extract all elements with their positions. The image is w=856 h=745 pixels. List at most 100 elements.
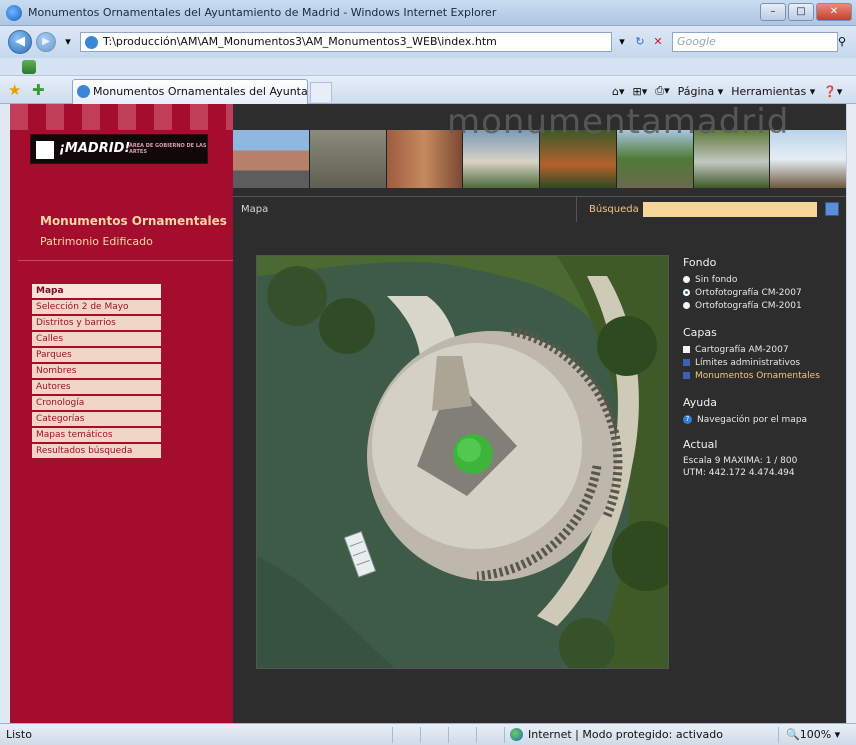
fondo-option[interactable]: Ortofotografía CM-2001 — [683, 299, 843, 312]
brand-wordmark: monumentamadrid — [447, 104, 790, 142]
menu-item-distritos[interactable]: Distritos y barrios — [32, 316, 161, 330]
tools-menu-label: Herramientas — [731, 84, 807, 98]
ayuda-title: Ayuda — [683, 396, 717, 409]
home-icon[interactable]: ⌂▾ — [612, 85, 625, 98]
radio-selected-icon — [683, 289, 690, 296]
security-zone[interactable]: Internet | Modo protegido: activado — [510, 728, 723, 741]
madrid-logo[interactable]: ¡MADRID! ÁREA DE GOBIERNO DE LAS ARTES — [30, 134, 208, 164]
capa-option-label: Límites administrativos — [695, 357, 801, 368]
help-circle-icon: ? — [683, 415, 692, 424]
status-divider — [504, 727, 505, 743]
favorites-star-icon[interactable]: ★ — [8, 82, 24, 98]
feeds-icon[interactable] — [22, 60, 36, 74]
radio-icon — [683, 276, 690, 283]
search-input[interactable]: Google — [672, 32, 838, 52]
status-divider — [778, 727, 779, 743]
site-search-input[interactable] — [643, 202, 817, 217]
ortophoto-map — [257, 256, 668, 668]
globe-icon — [510, 728, 523, 741]
address-url: T:\producción\AM\AM_Monumentos3\AM_Monum… — [103, 35, 497, 48]
capa-option[interactable]: Cartografía AM-2007 — [683, 343, 843, 356]
search-label: Búsqueda — [589, 204, 639, 215]
header-photo — [309, 130, 387, 188]
status-divider — [476, 727, 477, 743]
fondo-option-label: Ortofotografía CM-2001 — [695, 300, 802, 311]
menu-item-autores[interactable]: Autores — [32, 380, 161, 394]
capa-option-label: Cartografía AM-2007 — [695, 344, 789, 355]
ie-logo-icon — [6, 5, 22, 21]
new-tab-button[interactable] — [310, 82, 332, 102]
window-controls: – □ ✕ — [760, 3, 852, 21]
address-input[interactable]: T:\producción\AM\AM_Monumentos3\AM_Monum… — [80, 32, 612, 52]
checkbox-checked-icon — [683, 359, 690, 366]
add-favorites-icon[interactable]: ✚ — [32, 82, 48, 98]
ayuda-link[interactable]: ? Navegación por el mapa — [683, 413, 843, 426]
header-photo — [233, 130, 310, 188]
menu-item-nombres[interactable]: Nombres — [32, 364, 161, 378]
page-menu-label: Página — [677, 84, 715, 98]
status-divider — [448, 727, 449, 743]
sidebar-divider — [18, 260, 233, 261]
feeds-toolbar-icon[interactable]: ⊞▾ — [633, 85, 648, 98]
tools-menu[interactable]: Herramientas ▾ — [731, 85, 815, 98]
fondo-option[interactable]: Ortofotografía CM-2007 — [683, 286, 843, 299]
refresh-icon[interactable]: ↻ — [630, 32, 650, 52]
print-icon[interactable]: ⎙▾ — [655, 84, 669, 98]
status-divider — [420, 727, 421, 743]
menu-item-mapa[interactable]: Mapa — [32, 284, 161, 298]
search-go-icon[interactable]: ⚲ — [838, 32, 854, 52]
history-dropdown-icon[interactable]: ▾ — [58, 32, 78, 52]
sidebar-menu: Mapa Selección 2 de Mayo Distritos y bar… — [32, 284, 161, 460]
command-bar: ⌂▾ ⊞▾ ⎙▾ Página ▾ Herramientas ▾ ❓▾ — [612, 82, 842, 100]
sidebar: ¡MADRID! ÁREA DE GOBIERNO DE LAS ARTES M… — [10, 104, 233, 723]
search-area: Búsqueda — [576, 196, 846, 222]
close-button[interactable]: ✕ — [816, 3, 852, 21]
menu-item-cronologia[interactable]: Cronología — [32, 396, 161, 410]
search-button-icon[interactable] — [825, 202, 839, 216]
page-icon — [85, 36, 98, 49]
help-icon[interactable]: ❓▾ — [823, 85, 842, 98]
menu-item-seleccion[interactable]: Selección 2 de Mayo — [32, 300, 161, 314]
status-text: Listo — [6, 728, 32, 741]
stop-icon[interactable]: ✕ — [648, 32, 668, 52]
links-row — [0, 58, 856, 76]
capa-option-label: Monumentos Ornamentales — [695, 370, 820, 381]
tab-mapa[interactable]: Mapa — [233, 196, 576, 222]
capas-title: Capas — [683, 326, 717, 339]
back-icon[interactable]: ◀ — [8, 30, 32, 54]
tab-row: ★ ✚ Monumentos Ornamentales del Ayuntami… — [0, 76, 856, 104]
forward-icon[interactable]: ▶ — [36, 32, 56, 52]
status-divider — [392, 727, 393, 743]
section-title: Monumentos Ornamentales — [40, 214, 227, 228]
maximize-button[interactable]: □ — [788, 3, 814, 21]
menu-item-resultados[interactable]: Resultados búsqueda — [32, 444, 161, 458]
menu-item-mapas-tematicos[interactable]: Mapas temáticos — [32, 428, 161, 442]
actual-title: Actual — [683, 438, 718, 451]
minimize-button[interactable]: – — [760, 3, 786, 21]
checkbox-checked-icon — [683, 372, 690, 379]
fondo-option-label: Ortofotografía CM-2007 — [695, 287, 802, 298]
logo-subtext: ÁREA DE GOBIERNO DE LAS ARTES — [129, 143, 207, 155]
checkbox-icon — [683, 346, 690, 353]
capa-option[interactable]: Límites administrativos — [683, 356, 843, 369]
vertical-scrollbar[interactable] — [846, 104, 856, 723]
fondo-option[interactable]: Sin fondo — [683, 273, 843, 286]
zoom-control[interactable]: 🔍100% ▾ — [786, 728, 840, 741]
window-title: Monumentos Ornamentales del Ayuntamiento… — [28, 6, 497, 19]
fondo-title: Fondo — [683, 256, 717, 269]
tab-label: Monumentos Ornamentales del Ayuntamiento… — [93, 85, 308, 98]
escala-text: Escala 9 MAXIMA: 1 / 800 — [683, 456, 798, 466]
menu-item-parques[interactable]: Parques — [32, 348, 161, 362]
page-menu[interactable]: Página ▾ — [678, 85, 724, 98]
page-viewport: ¡MADRID! ÁREA DE GOBIERNO DE LAS ARTES M… — [10, 104, 846, 723]
browser-tab[interactable]: Monumentos Ornamentales del Ayuntamiento… — [72, 79, 308, 104]
menu-item-categorias[interactable]: Categorías — [32, 412, 161, 426]
address-dropdown-icon[interactable]: ▾ — [612, 32, 632, 52]
section-subtitle: Patrimonio Edificado — [40, 235, 153, 248]
fondo-option-label: Sin fondo — [695, 274, 738, 285]
menu-item-calles[interactable]: Calles — [32, 332, 161, 346]
capa-option[interactable]: Monumentos Ornamentales — [683, 369, 843, 382]
zoom-level: 100% — [799, 728, 832, 741]
map-view[interactable] — [256, 255, 669, 669]
map-options-panel: Fondo Sin fondo Ortofotografía CM-2007 O… — [683, 256, 843, 479]
